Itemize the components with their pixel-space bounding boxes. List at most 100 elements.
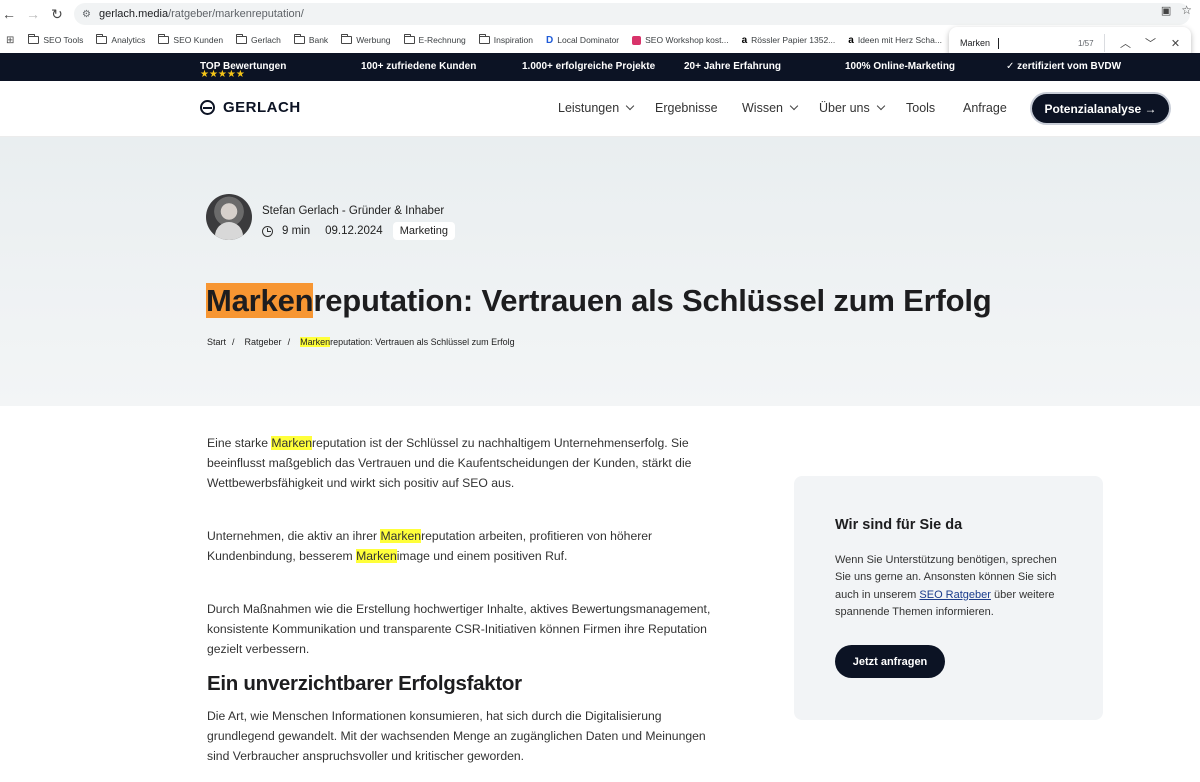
stars-icon: ★★★★★ (200, 69, 245, 80)
find-match-highlight: Marken (380, 529, 422, 543)
nav-item-ueber-uns[interactable]: Über uns (819, 101, 885, 115)
amazon-icon: a (848, 34, 854, 46)
breadcrumb-current: Markenreputation: Vertrauen als Schlüsse… (300, 337, 515, 347)
find-previous-icon[interactable]: ︿ (1113, 35, 1138, 51)
chevron-down-icon (625, 101, 635, 111)
jetzt-anfragen-button[interactable]: Jetzt anfragen (835, 645, 945, 678)
bookmark-label: SEO Workshop kost... (645, 35, 729, 45)
folder-icon (403, 34, 415, 44)
trust-item: 20+ Jahre Erfahrung (684, 61, 781, 72)
breadcrumb-start[interactable]: Start (207, 337, 226, 347)
chevron-down-icon (789, 101, 799, 111)
site-header: GERLACH Leistungen Ergebnisse Wissen Übe… (0, 81, 1200, 137)
folder-icon (28, 34, 40, 44)
bookmark-item[interactable]: SEO Workshop kost... (632, 35, 729, 45)
bookmark-item[interactable]: a Rössler Papier 1352... (742, 35, 836, 46)
trust-item: 1.000+ erfolgreiche Projekte (522, 61, 656, 72)
trust-item: 100% Online-Marketing (845, 61, 956, 72)
nav-item-tools[interactable]: Tools (906, 101, 935, 115)
publish-date: 09.12.2024 (325, 225, 383, 237)
bookmark-item[interactable]: SEO Tools (28, 34, 84, 45)
site-logo[interactable]: GERLACH (200, 99, 301, 116)
back-icon[interactable]: ← (0, 5, 18, 23)
bookmark-label: Bank (308, 35, 329, 45)
logo-text: GERLACH (223, 99, 301, 116)
find-current-highlight: Marken (206, 283, 314, 318)
bookmark-item[interactable]: a Ideen mit Herz Scha... (848, 35, 942, 46)
nav-item-ergebnisse[interactable]: Ergebnisse (655, 101, 718, 115)
contact-card-title: Wir sind für Sie da (835, 517, 963, 533)
paragraph-2: Unternehmen, die aktiv an ihrer Markenre… (207, 526, 727, 566)
find-next-icon[interactable]: ﹀ (1138, 35, 1163, 51)
page-action-icon[interactable]: ▣ (1161, 4, 1171, 17)
text-cursor (998, 37, 999, 49)
author-avatar (206, 194, 252, 240)
category-tag[interactable]: Marketing (392, 222, 455, 240)
breadcrumb-current-text: reputation: Vertrauen als Schlüssel zum … (330, 337, 515, 347)
article-hero: Stefan Gerlach - Gründer & Inhaber 9 min… (0, 137, 1200, 406)
bookmark-item[interactable]: Gerlach (236, 34, 281, 45)
site-settings-icon[interactable]: ⚙ (82, 9, 91, 20)
chevron-down-icon (876, 101, 885, 111)
nav-label: Ergebnisse (655, 101, 718, 115)
clock-icon (262, 225, 273, 237)
forward-icon[interactable]: → (24, 5, 42, 23)
apps-grid-icon[interactable]: ⊞ (6, 35, 14, 46)
bookmark-item[interactable]: Analytics (96, 34, 146, 45)
bookmark-label: E-Rechnung (418, 35, 466, 45)
author-name: Stefan Gerlach - Gründer & Inhaber (262, 205, 445, 217)
bookmark-label: Ideen mit Herz Scha... (857, 35, 942, 45)
folder-icon (293, 34, 305, 44)
bookmark-label: Gerlach (251, 35, 281, 45)
bookmark-item[interactable]: Inspiration (478, 34, 533, 45)
nav-label: Leistungen (558, 101, 620, 115)
nav-item-anfrage[interactable]: Anfrage (963, 101, 1007, 115)
bookmark-item[interactable]: Bank (293, 34, 329, 45)
logo-mark-icon (200, 100, 215, 115)
find-input[interactable]: Marken (960, 38, 1070, 48)
contact-card: Wir sind für Sie da Wenn Sie Unterstützu… (794, 476, 1103, 720)
bookmark-item[interactable]: D Local Dominator (546, 35, 619, 46)
article-meta: 9 min 09.12.2024 Marketing (262, 222, 455, 240)
folder-icon (236, 34, 248, 44)
bookmark-star-icon[interactable]: ☆ (1181, 3, 1192, 17)
intro-paragraph: Eine starke Markenreputation ist der Sch… (207, 433, 727, 493)
url-path: /ratgeber/markenreputation/ (168, 8, 304, 20)
trust-item: ✓ zertifiziert vom BVDW (1006, 61, 1122, 72)
address-bar[interactable]: ⚙ gerlach.media/ratgeber/markenreputatio… (74, 3, 1190, 25)
find-match-highlight: Marken (271, 436, 312, 450)
workshop-favicon-icon (632, 35, 642, 45)
potenzialanalyse-button[interactable]: Potenzialanalyse → (1032, 94, 1169, 123)
nav-label: Wissen (742, 101, 783, 115)
browser-toolbar: ← → ↻ ⚙ gerlach.media/ratgeber/markenrep… (0, 0, 1200, 28)
find-match-highlight: Marken (300, 337, 331, 347)
breadcrumb-ratgeber[interactable]: Ratgeber (245, 337, 282, 347)
find-match-highlight: Marken (356, 549, 397, 563)
url-text: gerlach.media/ratgeber/markenreputation/ (99, 8, 304, 20)
url-host: gerlach.media (98, 8, 169, 20)
reload-icon[interactable]: ↻ (48, 5, 66, 23)
nav-label: Anfrage (963, 101, 1007, 115)
contact-card-text: Wenn Sie Unterstützung benötigen, sprech… (835, 552, 1070, 621)
page-title: Markenreputation: Vertrauen als Schlüsse… (206, 283, 992, 319)
bookmark-item[interactable]: Werbung (341, 34, 391, 45)
section-heading: Ein unverzichtbarer Erfolgsfaktor (207, 672, 522, 695)
bookmark-item[interactable]: SEO Kunden (158, 34, 224, 45)
bookmark-label: SEO Tools (43, 35, 84, 45)
nav-item-wissen[interactable]: Wissen (742, 101, 799, 115)
seo-ratgeber-link[interactable]: SEO Ratgeber (919, 589, 991, 601)
bookmark-item[interactable]: E-Rechnung (403, 34, 466, 45)
find-divider (1104, 34, 1105, 52)
bookmark-label: Rössler Papier 1352... (751, 35, 836, 45)
bookmark-label: SEO Kunden (173, 35, 224, 45)
text-run: Unternehmen, die aktiv an ihrer (207, 529, 381, 543)
trust-item: 100+ zufriedene Kunden (361, 61, 477, 72)
nav-item-leistungen[interactable]: Leistungen (558, 101, 635, 115)
title-text: reputation: Vertrauen als Schlüssel zum … (313, 283, 992, 318)
find-close-icon[interactable]: ✕ (1163, 37, 1188, 50)
folder-icon (478, 34, 490, 44)
find-match-count: 1/57 (1078, 38, 1094, 48)
nav-label: Tools (906, 101, 936, 115)
trust-bar: ★★★★★ TOP Bewertungen 100+ zufriedene Ku… (0, 53, 1200, 81)
bookmark-label: Analytics (111, 35, 146, 45)
